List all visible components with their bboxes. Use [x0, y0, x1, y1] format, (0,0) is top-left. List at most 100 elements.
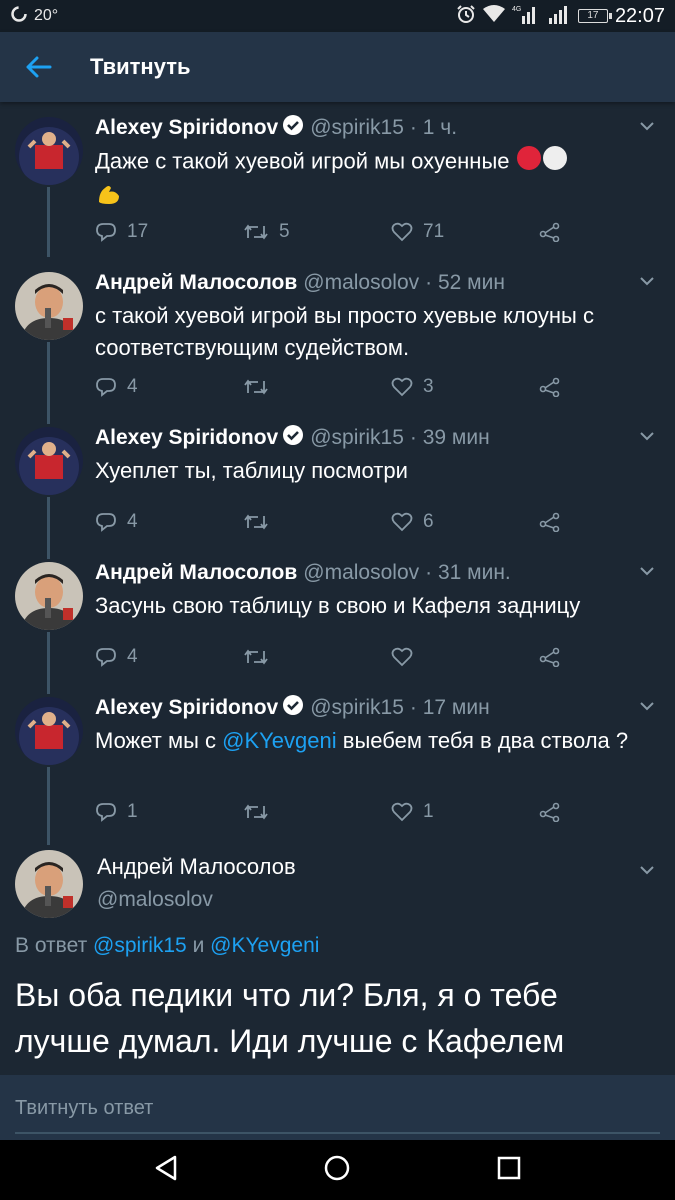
chevron-down-icon[interactable] [639, 698, 655, 716]
reply-icon [96, 513, 116, 532]
weather-icon [10, 5, 28, 28]
chevron-down-icon[interactable] [639, 563, 655, 581]
share-icon [539, 802, 560, 822]
reply-icon [96, 223, 116, 242]
author-handle[interactable]: @spirik15 [310, 426, 404, 450]
tweet-time: · 52 мин [425, 271, 505, 294]
avatar[interactable] [15, 117, 83, 185]
tweet-actions: 4 3 [95, 373, 575, 401]
tweet-text-content: Даже с такой хуевой игрой мы охуенные [95, 148, 510, 174]
like-button[interactable] [391, 647, 423, 667]
share-button[interactable] [539, 802, 561, 822]
signal-icon-2 [545, 4, 571, 29]
battery-icon: 17 [577, 9, 612, 23]
avatar[interactable] [15, 427, 83, 495]
page-title: Твитнуть [90, 54, 191, 79]
tweet-time: · 39 мин [409, 426, 490, 449]
like-button[interactable]: 3 [391, 376, 434, 398]
author-name[interactable]: Андрей Малосолов [97, 854, 296, 880]
back-button[interactable] [0, 32, 75, 102]
author-name[interactable]: Андрей Малосолов [95, 271, 297, 295]
retweet-button[interactable] [243, 378, 279, 396]
share-icon [539, 222, 560, 242]
signal-icon-1: 4G [512, 4, 538, 29]
chevron-down-icon[interactable] [639, 273, 655, 291]
heart-icon [391, 377, 413, 397]
verified-badge-icon [282, 114, 304, 142]
avatar[interactable] [15, 697, 83, 765]
mention-link[interactable]: @KYevgeni [210, 934, 319, 957]
tweet-body: Alexey Spiridonov @spirik15 · 1 ч. Даже … [95, 114, 655, 217]
thread-connector [47, 497, 50, 559]
reply-button[interactable]: 1 [95, 801, 138, 823]
heart-icon [391, 512, 413, 532]
retweet-button[interactable]: 5 [243, 221, 290, 243]
share-button[interactable] [539, 377, 561, 397]
reply-compose-bar[interactable]: Твитнуть ответ [0, 1075, 675, 1140]
like-button[interactable]: 1 [391, 801, 434, 823]
reply-input[interactable]: Твитнуть ответ [15, 1097, 153, 1120]
retweet-icon [244, 514, 268, 530]
avatar[interactable] [15, 272, 83, 340]
tweet-body: Alexey Spiridonov @spirik15 · 39 мин Хуе… [95, 424, 655, 487]
author-handle[interactable]: @malosolov [303, 271, 419, 295]
chevron-down-icon[interactable] [639, 118, 655, 136]
chevron-down-icon[interactable] [639, 428, 655, 446]
author-handle[interactable]: @malosolov [303, 561, 419, 585]
reply-button[interactable]: 17 [95, 221, 148, 243]
reply-to-label: В ответ [15, 934, 94, 957]
share-icon [539, 512, 560, 532]
like-count: 1 [423, 801, 434, 822]
reply-button[interactable]: 4 [95, 646, 138, 668]
tweet-header: Alexey Spiridonov @spirik15 · 1 ч. [95, 114, 655, 142]
reply-button[interactable]: 4 [95, 376, 138, 398]
heart-icon [391, 647, 413, 667]
like-button[interactable]: 71 [391, 221, 444, 243]
tweet-text: Даже с такой хуевой игрой мы охуенные [95, 145, 655, 217]
avatar[interactable] [15, 562, 83, 630]
like-button[interactable]: 6 [391, 511, 434, 533]
author-handle[interactable]: @malosolov [97, 888, 213, 912]
share-button[interactable] [539, 222, 561, 242]
retweet-icon [244, 224, 268, 240]
recents-square-icon[interactable] [494, 1153, 524, 1188]
app-bar: Твитнуть [0, 32, 675, 102]
tweet-body: Андрей Малосолов @malosolov · 52 мин с т… [95, 269, 655, 364]
mention-link[interactable]: @spirik15 [93, 934, 187, 957]
tweet-time: · 1 ч. [409, 116, 458, 139]
red-circle-icon [516, 145, 542, 180]
share-button[interactable] [539, 647, 561, 667]
retweet-button[interactable] [243, 513, 279, 531]
home-circle-icon[interactable] [322, 1153, 352, 1188]
heart-icon [391, 802, 413, 822]
tweet-header: Андрей Малосолов @malosolov · 31 мин. [95, 559, 655, 587]
chevron-down-icon[interactable] [639, 862, 655, 880]
thread-connector [47, 342, 50, 424]
author-name[interactable]: Alexey Spiridonov [95, 426, 278, 450]
mention-link[interactable]: @KYevgeni [222, 728, 337, 753]
svg-text:4G: 4G [512, 6, 521, 13]
author-handle[interactable]: @spirik15 [310, 116, 404, 140]
reply-button[interactable]: 4 [95, 511, 138, 533]
reply-count: 17 [127, 221, 149, 242]
white-circle-icon [542, 145, 568, 180]
tweet-text: Засунь свою таблицу в свою и Кафеля задн… [95, 593, 581, 618]
tweet-header: Alexey Spiridonov @spirik15 · 39 мин [95, 424, 655, 452]
back-triangle-icon[interactable] [151, 1153, 181, 1188]
reply-count: 4 [127, 376, 138, 397]
tweet-text: Вы оба педики что ли? Бля, я о тебе лучш… [15, 977, 565, 1059]
author-name[interactable]: Alexey Spiridonov [95, 116, 278, 140]
share-button[interactable] [539, 512, 561, 532]
author-handle[interactable]: @spirik15 [310, 696, 404, 720]
tweet-body: Андрей Малосолов @malosolov · 31 мин. За… [95, 559, 655, 622]
author-name[interactable]: Alexey Spiridonov [95, 696, 278, 720]
tweet-actions: 17 5 71 [95, 218, 575, 246]
avatar[interactable] [15, 850, 83, 918]
author-name[interactable]: Андрей Малосолов [95, 561, 297, 585]
clock: 22:07 [614, 4, 665, 27]
retweet-button[interactable] [243, 803, 279, 821]
tweet-text: Может мы с @KYevgeni выебем тебя в два с… [95, 725, 655, 757]
reply-to-line: В ответ @spirik15 и @KYevgeni [15, 934, 319, 958]
retweet-button[interactable] [243, 648, 279, 666]
retweet-icon [244, 804, 268, 820]
